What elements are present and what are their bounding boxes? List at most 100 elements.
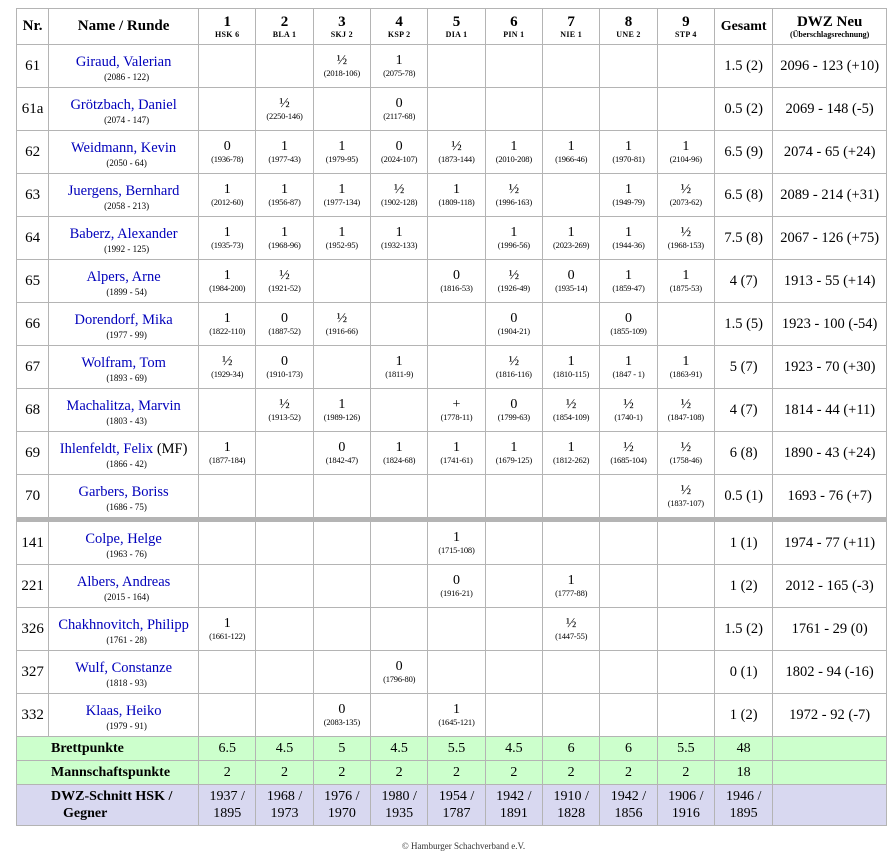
round-number: 5 [452,13,461,30]
dwz-average-round-9: 1906 / 1916 [657,785,714,825]
player-name-link[interactable]: Juergens, Bernhard [49,179,198,200]
player-name-link[interactable]: Garbers, Boriss [49,480,198,501]
player-name[interactable]: Juergens, Bernhard [68,183,180,199]
player-name[interactable]: Chakhnovitch, Philipp [58,617,189,633]
game-cell-round-9 [657,522,714,564]
player-name-link[interactable]: Colpe, Helge [49,527,198,548]
game-cell-round-2: 1 (1977-43) [256,131,313,173]
player-name-link[interactable]: Klaas, Heiko [49,699,198,720]
game-cell-round-3: 1 (1952-95) [313,217,371,259]
dwz-hsk: 1954 / [438,789,475,804]
player-dwz-new: 1693 - 76 (+7) [773,475,886,517]
player-number: 63 [17,174,49,216]
player-name-link[interactable]: Wulf, Constanze [49,656,198,677]
game-result: 0 [567,268,575,283]
opponent-dwz: (2073-62) [669,197,702,207]
player-number: 70 [17,475,49,517]
opponent-dwz: (1979-95) [325,154,358,164]
player-name-link[interactable]: Dorendorf, Mika [49,308,198,329]
game-cell-round-3: ½ (2018-106) [313,45,371,87]
game-cell-round-8 [600,565,657,607]
game-cell-round-8: ½ (1685-104) [600,432,657,474]
opponent-dwz: (2250-146) [266,111,303,121]
game-cell-round-3 [313,260,371,302]
player-total: 1.5 (5) [714,303,773,345]
dwz-opponent: 1970 [327,806,356,821]
game-cell-round-1 [199,522,256,564]
player-name[interactable]: Machalitza, Marvin [66,398,180,414]
opponent-dwz: (1996-163) [495,197,532,207]
player-name[interactable]: Garbers, Boriss [78,484,168,500]
game-cell-round-8: 1 (1949-79) [600,174,657,216]
player-name[interactable]: Giraud, Valerian [76,54,172,70]
game-cell-round-1: 1 (1877-184) [199,432,256,474]
game-cell-round-1 [199,389,256,431]
player-total: 6.5 (9) [714,131,773,173]
game-result: ½ [221,354,233,369]
player-cell: Ihlenfeldt, Felix (MF) (1866 - 42) [49,432,199,474]
player-name-link[interactable]: Machalitza, Marvin [49,394,198,415]
game-cell-round-3: 0 (1842-47) [313,432,371,474]
player-name[interactable]: Baberz, Alexander [70,226,178,242]
board-points-round-4: 4.5 [371,737,428,760]
player-dwz: (2074 - 147) [104,114,150,125]
player-name[interactable]: Albers, Andreas [77,574,170,590]
dwz-hsk: 1976 / [324,789,360,804]
opponent-dwz: (1715-108) [438,545,475,555]
game-result: 1 [567,440,575,455]
player-dwz: (1899 - 54) [106,286,147,297]
table-row: 65 Alpers, Arne (1899 - 54) 1 (1984-200) ½ (19… [17,260,886,302]
player-total: 4 (7) [714,389,773,431]
game-result: 1 [453,182,460,197]
player-name[interactable]: Alpers, Arne [87,269,161,285]
game-cell-round-9 [657,694,714,736]
game-cell-round-6 [485,565,542,607]
player-name[interactable]: Klaas, Heiko [86,703,162,719]
player-cell: Chakhnovitch, Philipp (1761 - 28) [49,608,199,650]
game-cell-round-4 [371,260,428,302]
game-cell-round-8 [600,522,657,564]
player-name-link[interactable]: Weidmann, Kevin [49,136,198,157]
player-total: 0.5 (2) [714,88,773,130]
player-name-link[interactable]: Grötzbach, Daniel [49,93,198,114]
opponent-dwz: (1847 - 1) [612,369,645,379]
opponent-dwz: (1913-52) [268,412,301,422]
game-cell-round-6 [485,88,542,130]
game-result: 0 [510,311,518,326]
player-name-link[interactable]: Alpers, Arne [49,265,198,286]
player-name[interactable]: Weidmann, Kevin [71,140,176,156]
player-name-link[interactable]: Baberz, Alexander [49,222,198,243]
player-name[interactable]: Colpe, Helge [85,531,162,547]
board-points-round-1: 6.5 [199,737,256,760]
player-dwz: (1977 - 99) [106,329,147,340]
round-number: 7 [567,13,575,30]
team-leader-mark: (MF) [153,440,188,457]
player-name-link[interactable]: Albers, Andreas [49,570,198,591]
player-name-link[interactable]: Wolfram, Tom [49,351,198,372]
opponent-dwz: (1977-134) [323,197,360,207]
game-cell-round-9 [657,88,714,130]
game-result: ½ [279,397,290,412]
team-points-round-9: 2 [657,761,714,784]
round-number: 4 [395,13,403,30]
game-result: 1 [395,53,403,68]
player-name-link[interactable]: Giraud, Valerian [49,50,198,71]
round-number: 6 [510,13,518,30]
player-name[interactable]: Dorendorf, Mika [74,312,172,328]
table-row: 332 Klaas, Heiko (1979 - 91) 0 (2083-135) 1 (1… [17,694,886,736]
game-cell-round-1: ½ (1929-34) [199,346,256,388]
game-result: 1 [567,139,575,154]
player-name[interactable]: Wulf, Constanze [75,660,172,676]
player-name[interactable]: Wolfram, Tom [81,355,166,371]
opponent-dwz: (1916-66) [325,326,358,336]
player-dwz-new: 1890 - 43 (+24) [773,432,886,474]
player-name[interactable]: Ihlenfeldt, Felix [60,441,153,457]
player-name-link[interactable]: Chakhnovitch, Philipp [49,613,198,634]
game-cell-round-7: ½ (1854-109) [543,389,600,431]
player-number: 62 [17,131,49,173]
game-result: 1 [338,139,346,154]
player-cell: Dorendorf, Mika (1977 - 99) [49,303,199,345]
player-name[interactable]: Grötzbach, Daniel [70,97,176,113]
opponent-dwz: (1842-47) [325,455,358,465]
player-name-link[interactable]: Ihlenfeldt, Felix (MF) [49,437,198,458]
